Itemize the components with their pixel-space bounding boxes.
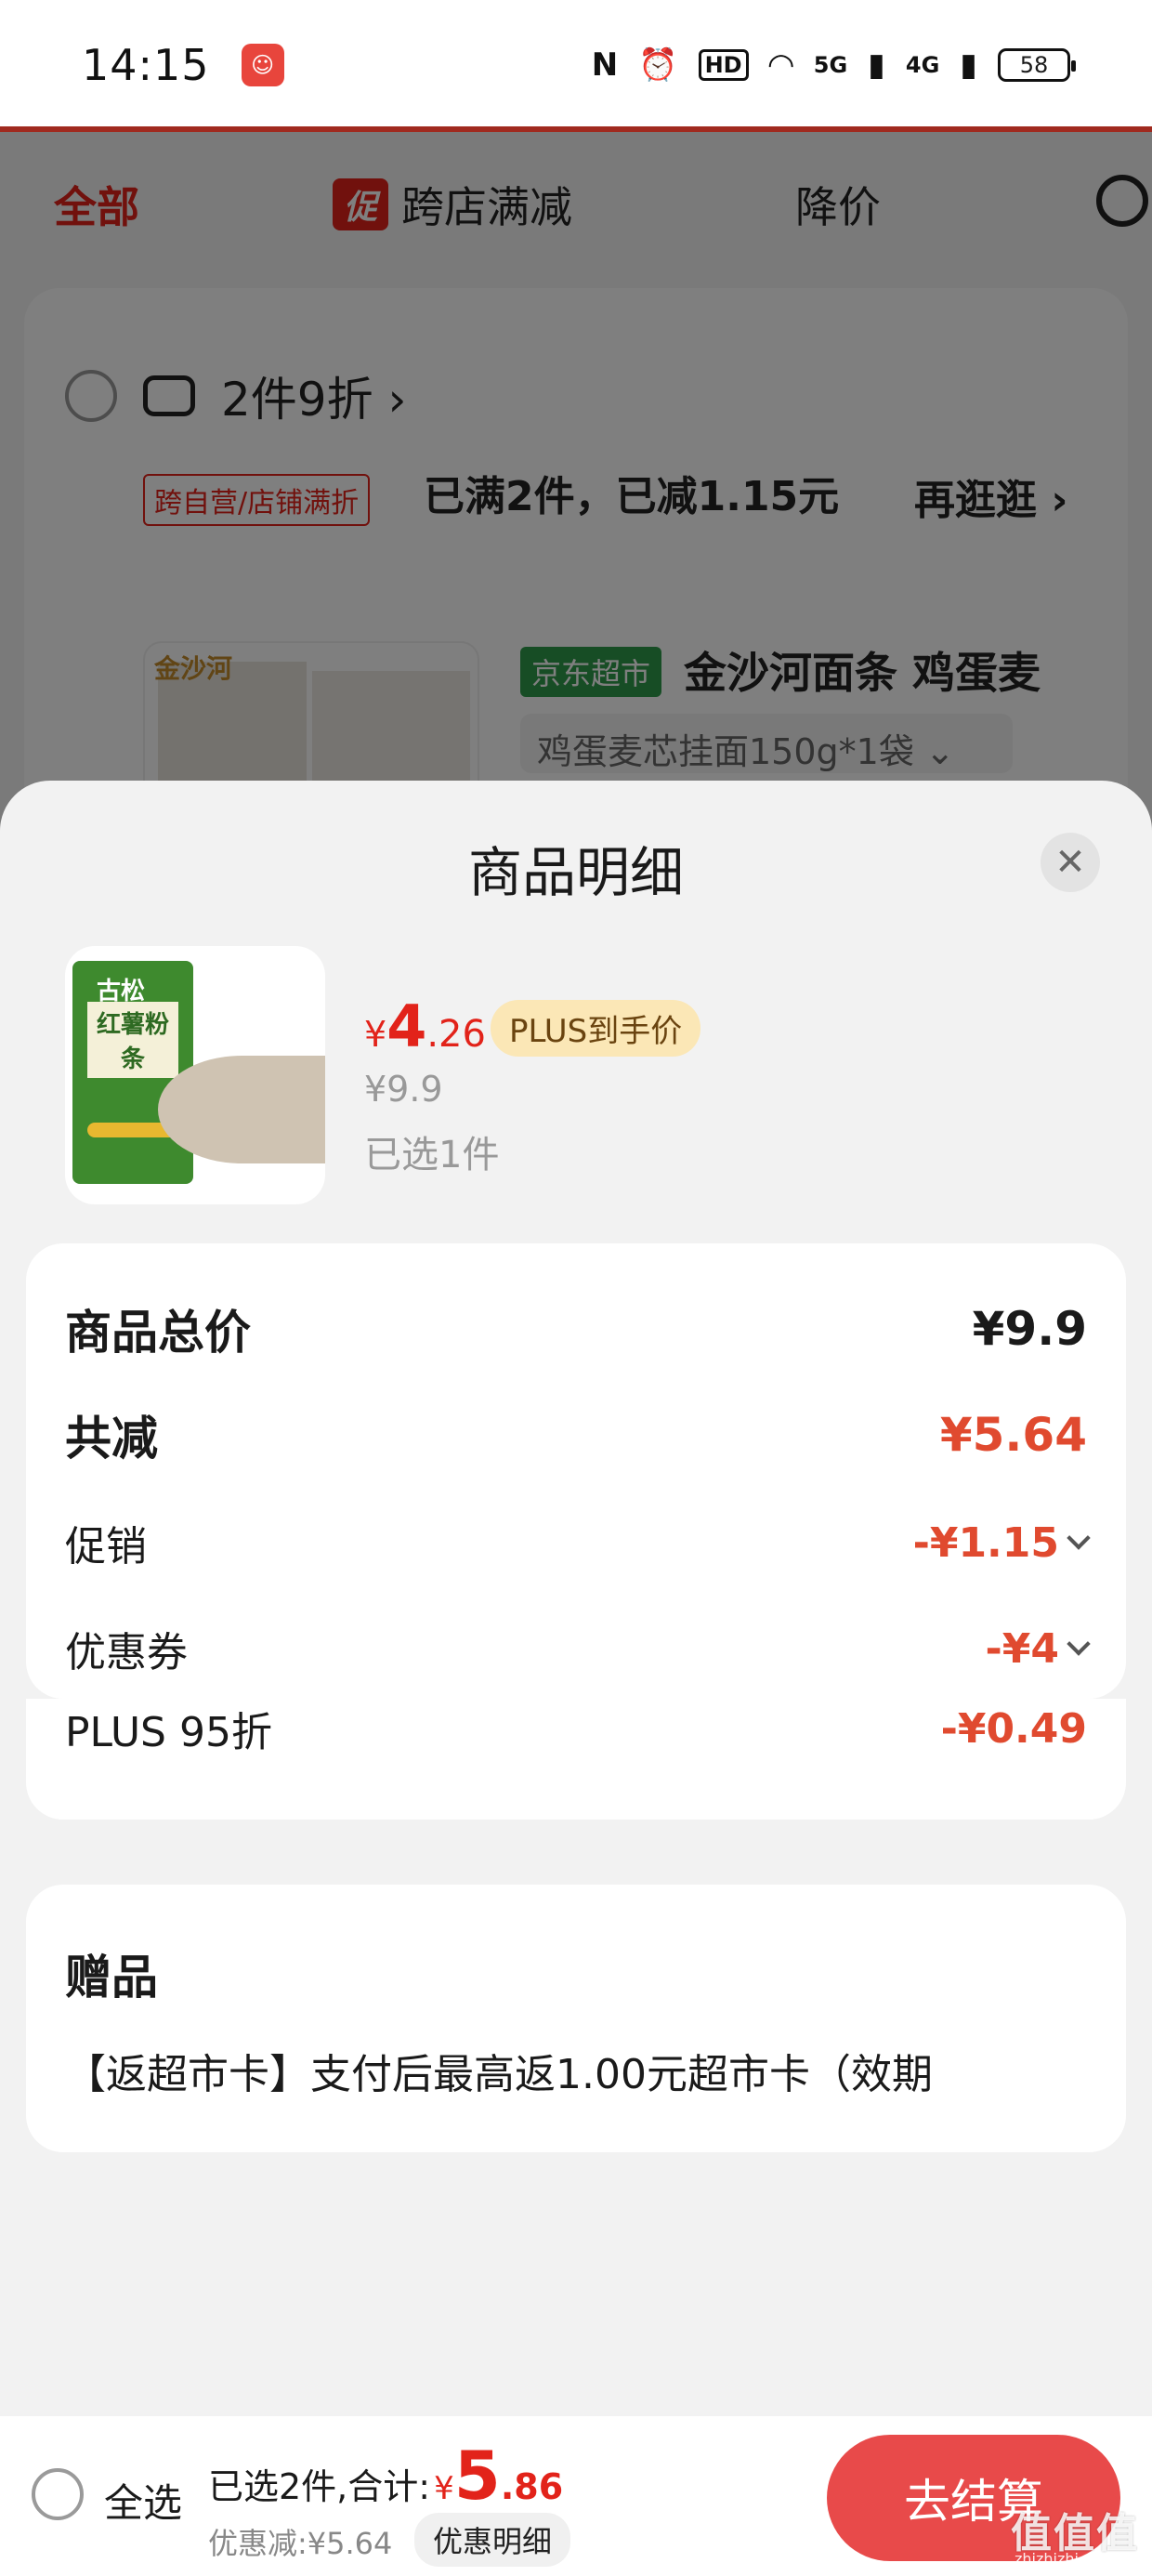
- battery-icon: 58: [998, 48, 1076, 82]
- total-price-row: 商品总价 ¥9.9: [65, 1295, 1087, 1362]
- pack-label: 红薯粉条: [87, 1002, 178, 1078]
- status-icons: N ⏰ HD ◠ 5G ▮ 4G ▮ 58: [591, 46, 1076, 84]
- checkout-bar: 全选 已选2件,合计: ¥ 5 .86 优惠减:¥5.64 优惠明细 去结算: [0, 2416, 1152, 2576]
- cart-total: 已选2件,合计: ¥ 5 .86: [208, 2437, 564, 2515]
- discount-detail-button[interactable]: 优惠明细: [414, 2513, 571, 2567]
- signal-bars-icon: ▮: [868, 46, 885, 84]
- select-all-radio[interactable]: [32, 2468, 84, 2520]
- cart-discount: 优惠减:¥5.64: [208, 2526, 393, 2561]
- app-notification-icon: ☺: [241, 44, 284, 86]
- close-icon[interactable]: ✕: [1041, 833, 1100, 892]
- chevron-down-icon[interactable]: [1067, 1632, 1091, 1656]
- gift-title: 赠品: [65, 1951, 158, 2004]
- watermark-url: zhizhizhi.com: [1015, 2550, 1116, 2568]
- status-time: 14:15: [82, 40, 210, 90]
- gift-card: 赠品 【返超市卡】支付后最高返1.00元超市卡（效期: [26, 1885, 1126, 2152]
- promo-label: 促销: [65, 1523, 147, 1571]
- signal-bars-icon: ▮: [960, 46, 977, 84]
- select-all-label[interactable]: 全选: [104, 2472, 182, 2529]
- plus-discount-row: PLUS 95折 -¥0.49: [65, 1699, 1087, 1758]
- plus-discount-value: -¥0.49: [940, 1704, 1087, 1753]
- total-reduce-row: 共减 ¥5.64: [65, 1401, 1087, 1468]
- promo-value: -¥1.15: [912, 1518, 1059, 1567]
- total-price-value: ¥9.9: [972, 1302, 1087, 1356]
- item-original-price: ¥9.9: [364, 1069, 443, 1110]
- hd-icon: HD: [698, 49, 749, 81]
- item-selected-qty: 已选1件: [364, 1134, 500, 1176]
- nfc-icon: N: [591, 46, 619, 84]
- cart-total-label: 已选2件,合计:: [208, 2466, 431, 2507]
- plus-discount-label: PLUS 95折: [65, 1709, 272, 1756]
- total-reduce-label: 共减: [65, 1412, 158, 1465]
- promo-row[interactable]: 促销 -¥1.15: [65, 1513, 1091, 1572]
- price-breakdown-card: 商品总价 ¥9.9 共减 ¥5.64 促销 -¥1.15 优惠券 -¥4: [26, 1243, 1126, 1699]
- signal-5g-icon: 5G: [813, 52, 848, 78]
- coupon-row[interactable]: 优惠券 -¥4: [65, 1619, 1091, 1678]
- sheet-title: 商品明细: [467, 841, 684, 904]
- product-detail-sheet: 商品明细 ✕ 古松 红薯粉条 ¥ 4 .26 PLUS到手价 ¥9.9 已选1件…: [0, 781, 1152, 2416]
- signal-4g-icon: 4G: [905, 52, 940, 78]
- item-price: ¥ 4 .26: [364, 992, 486, 1060]
- coupon-label: 优惠券: [65, 1629, 188, 1676]
- total-price-label: 商品总价: [65, 1306, 251, 1360]
- wifi-icon: ◠: [768, 46, 793, 84]
- plus-price-tag: PLUS到手价: [491, 1000, 701, 1057]
- chevron-down-icon[interactable]: [1067, 1526, 1091, 1550]
- coupon-value: -¥4: [985, 1624, 1060, 1673]
- item-thumbnail: 古松 红薯粉条: [65, 946, 325, 1204]
- alarm-icon: ⏰: [638, 46, 678, 84]
- status-bar: 14:15 ☺ N ⏰ HD ◠ 5G ▮ 4G ▮ 58: [0, 0, 1152, 130]
- gift-description: 【返超市卡】支付后最高返1.00元超市卡（效期: [65, 2051, 933, 2098]
- total-reduce-value: ¥5.64: [939, 1408, 1087, 1462]
- plus-discount-section: PLUS 95折 -¥0.49: [26, 1699, 1126, 1820]
